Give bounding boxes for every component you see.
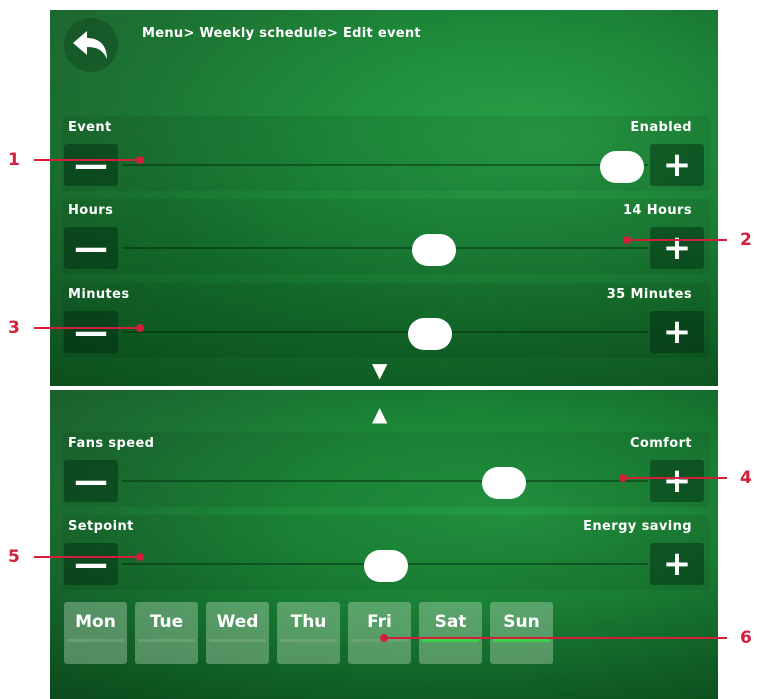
back-arrow-icon xyxy=(73,31,107,59)
day-indicator xyxy=(138,639,195,642)
day-button-tue[interactable]: Tue xyxy=(135,602,198,664)
slider-track[interactable] xyxy=(122,247,648,249)
day-indicator xyxy=(493,639,550,642)
slider-thumb[interactable] xyxy=(600,151,644,183)
slider-track[interactable] xyxy=(122,331,648,333)
day-selector: Mon Tue Wed Thu Fri Sat Sun xyxy=(64,602,553,664)
callout-dot xyxy=(136,553,144,561)
day-indicator xyxy=(422,639,479,642)
day-indicator xyxy=(280,639,337,642)
day-button-fri[interactable]: Fri xyxy=(348,602,411,664)
day-indicator xyxy=(209,639,266,642)
setting-row-minutes: Minutes 35 Minutes — + xyxy=(62,283,710,358)
increase-button[interactable]: + xyxy=(650,144,704,186)
slider-track[interactable] xyxy=(122,480,648,482)
callout-dot xyxy=(136,324,144,332)
callout-dot xyxy=(136,156,144,164)
callout-number: 3 xyxy=(8,318,20,338)
increase-button[interactable]: + xyxy=(650,311,704,353)
setting-row-hours: Hours 14 Hours — + xyxy=(62,199,710,274)
setting-value: Enabled xyxy=(630,120,692,135)
day-button-wed[interactable]: Wed xyxy=(206,602,269,664)
day-label: Thu xyxy=(290,612,327,632)
setting-value: 14 Hours xyxy=(622,203,692,218)
decrease-button[interactable]: — xyxy=(64,144,118,186)
decrease-button[interactable]: — xyxy=(64,460,118,502)
day-label: Wed xyxy=(216,612,259,632)
callout-number: 5 xyxy=(8,547,20,567)
callout-line xyxy=(623,477,727,479)
setting-label: Minutes xyxy=(68,287,130,302)
setting-value: Comfort xyxy=(629,436,692,451)
setting-label: Setpoint xyxy=(68,519,134,534)
callout-line xyxy=(34,327,140,329)
day-button-sun[interactable]: Sun xyxy=(490,602,553,664)
setting-label: Fans speed xyxy=(68,436,155,451)
callout-line xyxy=(34,556,140,558)
increase-button[interactable]: + xyxy=(650,543,704,585)
slider-thumb[interactable] xyxy=(408,318,452,350)
setting-value: 35 Minutes xyxy=(606,287,692,302)
callout-number: 2 xyxy=(740,230,752,250)
callout-number: 6 xyxy=(740,628,752,648)
setting-value: Energy saving xyxy=(583,519,692,534)
increase-button[interactable]: + xyxy=(650,460,704,502)
triangle-down-icon[interactable]: ▼ xyxy=(372,358,387,382)
setting-row-setpoint: Setpoint Energy saving — + xyxy=(62,515,710,590)
setting-label: Hours xyxy=(68,203,114,218)
back-button[interactable] xyxy=(64,18,118,72)
callout-line xyxy=(384,637,727,639)
slider-thumb[interactable] xyxy=(412,234,456,266)
callout-line xyxy=(627,239,727,241)
decrease-button[interactable]: — xyxy=(64,227,118,269)
setting-row-event: Event Enabled — + xyxy=(62,116,710,191)
day-button-sat[interactable]: Sat xyxy=(419,602,482,664)
day-indicator xyxy=(67,639,124,642)
day-label: Sat xyxy=(434,612,467,632)
screen-bottom: ▲ Fans speed Comfort — + Setpoint Energy… xyxy=(50,390,718,699)
day-label: Fri xyxy=(367,612,392,632)
slider-track[interactable] xyxy=(122,164,648,166)
breadcrumb: Menu> Weekly schedule> Edit event xyxy=(142,26,421,41)
callout-line xyxy=(34,159,140,161)
callout-number: 4 xyxy=(740,468,752,488)
screen-top: Menu> Weekly schedule> Edit event Event … xyxy=(50,10,718,386)
decrease-button[interactable]: — xyxy=(64,543,118,585)
setting-label: Event xyxy=(68,120,112,135)
increase-button[interactable]: + xyxy=(650,227,704,269)
decrease-button[interactable]: — xyxy=(64,311,118,353)
callout-number: 1 xyxy=(8,150,20,170)
day-label: Sun xyxy=(503,612,540,632)
slider-thumb[interactable] xyxy=(482,467,526,499)
day-label: Tue xyxy=(149,612,184,632)
triangle-up-icon[interactable]: ▲ xyxy=(372,402,387,426)
day-button-thu[interactable]: Thu xyxy=(277,602,340,664)
setting-row-fans-speed: Fans speed Comfort — + xyxy=(62,432,710,507)
slider-thumb[interactable] xyxy=(364,550,408,582)
day-button-mon[interactable]: Mon xyxy=(64,602,127,664)
day-label: Mon xyxy=(75,612,116,632)
